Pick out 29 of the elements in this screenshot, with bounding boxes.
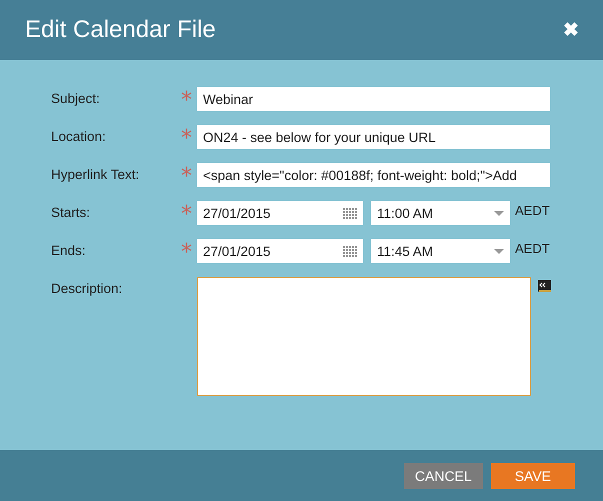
time-dropdown[interactable]: 11:45 AM [371, 239, 510, 263]
timezone-label: AEDT [515, 240, 550, 258]
field-label: Location: [51, 128, 107, 146]
required-mark: * [181, 201, 193, 225]
cancel-button[interactable]: CANCEL [404, 462, 483, 488]
text-field[interactable]: Webinar [197, 87, 550, 111]
time-dropdown[interactable]: 11:00 AM [371, 201, 510, 225]
expand-icon[interactable] [537, 279, 552, 293]
dialog-title: Edit Calendar File [25, 16, 216, 44]
calendar-icon[interactable] [343, 246, 357, 256]
caret-icon [494, 210, 504, 216]
description-field[interactable] [197, 277, 531, 396]
field-label: Ends: [51, 242, 87, 260]
text-field[interactable]: ON24 - see below for your unique URL [197, 125, 550, 149]
field-label: Hyperlink Text: [51, 166, 140, 184]
required-mark: * [181, 125, 193, 149]
field-label: Starts: [51, 204, 92, 222]
timezone-label: AEDT [515, 202, 550, 220]
calendar-icon[interactable] [343, 208, 357, 218]
field-label: Description: [51, 280, 124, 298]
caret-icon [494, 248, 504, 254]
field-label: Subject: [51, 90, 101, 108]
required-mark: * [181, 163, 193, 187]
required-mark: * [181, 87, 193, 111]
close-button[interactable]: ✖ [563, 18, 579, 42]
text-field[interactable]: <span style="color: #00188f; font-weight: bold;">Add [197, 163, 550, 187]
date-field[interactable]: 27/01/2015 [197, 201, 363, 225]
required-mark: * [181, 239, 193, 263]
date-field[interactable]: 27/01/2015 [197, 239, 363, 263]
